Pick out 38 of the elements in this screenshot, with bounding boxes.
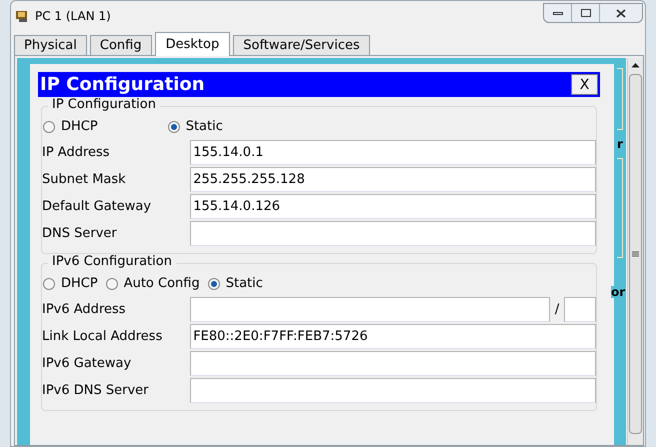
field-label: IPv6 Address bbox=[42, 300, 127, 319]
input-field[interactable] bbox=[564, 297, 596, 322]
input-field[interactable]: 155.14.0.126 bbox=[190, 194, 596, 219]
scroll-thumb[interactable] bbox=[629, 74, 642, 434]
field-label: Subnet Mask bbox=[42, 170, 127, 189]
radio-option[interactable]: DHCP bbox=[43, 274, 98, 294]
input-field[interactable]: 255.255.255.128 bbox=[190, 167, 596, 192]
field-label: Default Gateway bbox=[42, 198, 152, 216]
field-label: DNS Server bbox=[42, 224, 118, 243]
scroll-up-icon[interactable] bbox=[631, 62, 640, 68]
app-label: or bbox=[611, 286, 626, 298]
radio-option[interactable]: Static bbox=[208, 274, 263, 294]
dialog-title: IP Configuration bbox=[40, 73, 205, 97]
app-tile bbox=[617, 68, 623, 130]
tab[interactable]: Physical bbox=[14, 35, 87, 55]
close-button[interactable]: X bbox=[571, 74, 598, 95]
group-title: IP Configuration bbox=[48, 98, 160, 111]
radio-option[interactable]: DHCP bbox=[43, 117, 98, 137]
radio-option[interactable]: Static bbox=[168, 117, 223, 137]
window-title: PC 1 (LAN 1) bbox=[35, 8, 111, 25]
input-field[interactable]: FE80::2E0:F7FF:FEB7:5726 bbox=[190, 324, 596, 349]
field-label: Link Local Address bbox=[42, 328, 164, 346]
field-label: IPv6 DNS Server bbox=[42, 382, 150, 400]
group-title: IPv6 Configuration bbox=[48, 255, 176, 268]
tab[interactable]: Software/Services bbox=[233, 35, 370, 55]
input-field[interactable] bbox=[190, 221, 596, 246]
close-icon bbox=[616, 8, 626, 18]
input-field[interactable] bbox=[190, 351, 596, 376]
field-label: IP Address bbox=[42, 144, 111, 162]
input-field[interactable]: 155.14.0.1 bbox=[190, 140, 596, 165]
tab[interactable]: Config bbox=[90, 35, 152, 55]
radio-option[interactable]: Auto Config bbox=[106, 274, 200, 294]
field-label: IPv6 Gateway bbox=[42, 354, 132, 373]
input-field[interactable] bbox=[190, 378, 596, 403]
input-field[interactable] bbox=[190, 297, 550, 322]
separator: / bbox=[554, 300, 560, 319]
tab[interactable]: Desktop bbox=[154, 32, 230, 56]
app-label: r bbox=[617, 138, 624, 150]
